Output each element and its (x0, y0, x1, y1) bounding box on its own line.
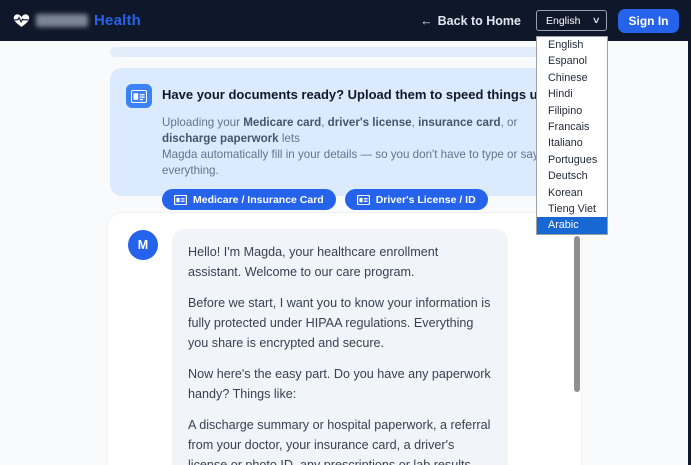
app-header: Health ← Back to Home English ∨ Sign In (0, 0, 691, 41)
language-option-hindi[interactable]: Hindi (537, 86, 607, 102)
language-dropdown-popup: English Espanol Chinese Hindi Filipino F… (536, 36, 608, 235)
language-option-english[interactable]: English (537, 37, 607, 53)
assistant-message-row: M Hello! I'm Magda, your healthcare enro… (128, 229, 581, 465)
brand-name-redacted (36, 14, 88, 27)
upload-desc-line1: Uploading your Medicare card, driver's l… (162, 115, 565, 147)
chevron-down-icon: ∨ (592, 15, 601, 26)
partial-card-sliver (110, 47, 581, 57)
back-to-home-link[interactable]: ← Back to Home (420, 14, 521, 28)
heart-pulse-icon (13, 12, 30, 29)
language-option-tieng-viet[interactable]: Tieng Viet (537, 201, 607, 217)
language-option-espanol[interactable]: Espanol (537, 53, 607, 69)
language-option-filipino[interactable]: Filipino (537, 103, 607, 119)
message-paragraph: Now here's the easy part. Do you have an… (188, 365, 492, 404)
id-card-icon (174, 195, 187, 205)
language-option-francais[interactable]: Francais (537, 119, 607, 135)
assistant-message-bubble: Hello! I'm Magda, your healthcare enroll… (172, 229, 508, 465)
language-option-korean[interactable]: Korean (537, 185, 607, 201)
dropdown-scrollbar[interactable] (574, 236, 580, 392)
sign-in-button[interactable]: Sign In (618, 9, 679, 33)
brand[interactable]: Health (13, 12, 141, 29)
message-paragraph: Before we start, I want you to know your… (188, 294, 492, 353)
brand-suffix: Health (94, 12, 141, 29)
id-card-badge-icon (126, 84, 152, 108)
upload-desc-line2: Magda automatically fill in your details… (162, 147, 565, 179)
language-option-chinese[interactable]: Chinese (537, 70, 607, 86)
arrow-left-icon: ← (420, 14, 433, 28)
message-paragraph: A discharge summary or hospital paperwor… (188, 416, 492, 465)
language-option-deutsch[interactable]: Deutsch (537, 168, 607, 184)
language-option-italiano[interactable]: Italiano (537, 135, 607, 151)
language-select[interactable]: English ∨ (536, 10, 607, 31)
back-to-home-label: Back to Home (438, 14, 521, 28)
language-option-portugues[interactable]: Portugues (537, 152, 607, 168)
assistant-avatar: M (128, 230, 158, 260)
medicare-insurance-card-button[interactable]: Medicare / Insurance Card (162, 189, 336, 210)
language-select-value: English (546, 15, 580, 27)
chat-panel: M Hello! I'm Magda, your healthcare enro… (108, 213, 581, 465)
upload-documents-card: Have your documents ready? Upload them t… (110, 68, 581, 196)
id-card-icon (357, 195, 370, 205)
upload-card-description: Uploading your Medicare card, driver's l… (162, 115, 565, 179)
message-paragraph: Hello! I'm Magda, your healthcare enroll… (188, 243, 492, 282)
language-option-arabic[interactable]: Arabic (537, 217, 607, 233)
upload-card-title: Have your documents ready? Upload them t… (162, 83, 550, 102)
drivers-license-button[interactable]: Driver's License / ID (345, 189, 488, 210)
